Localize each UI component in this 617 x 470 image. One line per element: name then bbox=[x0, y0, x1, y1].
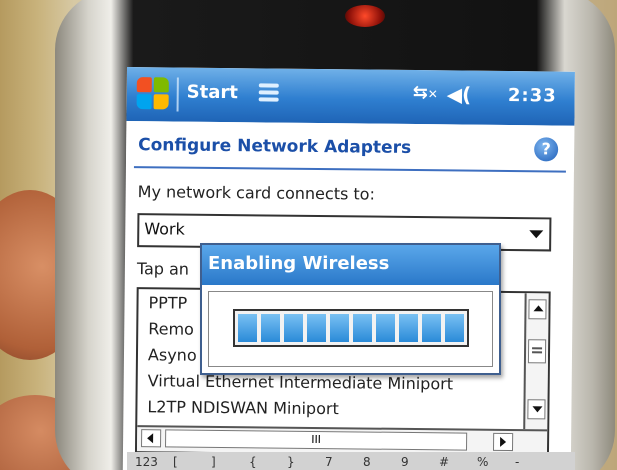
progress-segment bbox=[330, 314, 349, 342]
notification-icon[interactable] bbox=[257, 80, 281, 106]
scroll-right-button[interactable] bbox=[493, 432, 514, 452]
chevron-down-icon[interactable] bbox=[529, 230, 544, 239]
horizontal-scrollbar[interactable]: III bbox=[136, 425, 548, 456]
progress-bar bbox=[233, 309, 469, 347]
list-item[interactable]: L2TP NDISWAN Miniport bbox=[147, 397, 339, 418]
windows-logo-icon[interactable] bbox=[135, 75, 171, 111]
keyboard-key[interactable]: # bbox=[439, 455, 449, 469]
list-item[interactable]: Asyno bbox=[148, 345, 197, 365]
progress-segment bbox=[399, 314, 418, 342]
tap-instruction-label: Tap an bbox=[136, 259, 190, 279]
keyboard-key[interactable]: % bbox=[477, 455, 488, 469]
clock[interactable]: 2:33 bbox=[508, 85, 557, 107]
progress-segment bbox=[445, 314, 464, 342]
keyboard-key[interactable]: - bbox=[515, 455, 519, 469]
progress-segment bbox=[261, 314, 280, 342]
titlebar-separator bbox=[176, 77, 179, 112]
enabling-wireless-dialog: Enabling Wireless bbox=[200, 243, 501, 375]
arrow-down-icon bbox=[532, 406, 543, 413]
connects-label: My network card connects to: bbox=[137, 182, 376, 204]
keyboard-key[interactable]: 9 bbox=[401, 455, 409, 469]
arrow-right-icon bbox=[500, 436, 507, 447]
list-item[interactable]: PPTP bbox=[148, 293, 187, 312]
progress-segment bbox=[422, 314, 441, 342]
speaker-icon[interactable]: ◀︎( bbox=[447, 82, 472, 106]
keyboard-key[interactable]: 123 bbox=[135, 455, 158, 469]
dropdown-value: Work bbox=[144, 219, 185, 239]
dialog-title-bar: Enabling Wireless bbox=[202, 245, 499, 285]
page-header: Configure Network Adapters ? bbox=[125, 120, 575, 172]
list-item[interactable]: Remo bbox=[148, 319, 194, 338]
scroll-left-button[interactable] bbox=[141, 429, 162, 448]
scroll-thumb[interactable] bbox=[527, 339, 547, 364]
help-icon[interactable]: ? bbox=[534, 137, 559, 162]
vertical-scrollbar[interactable] bbox=[523, 293, 549, 430]
arrow-left-icon bbox=[147, 433, 154, 444]
arrow-up-icon bbox=[533, 305, 544, 312]
page-title: Configure Network Adapters bbox=[138, 135, 412, 158]
keyboard-key[interactable]: 8 bbox=[363, 455, 371, 469]
keyboard-key[interactable]: [ bbox=[173, 455, 178, 469]
photo-background: Start ⇆✕ ◀︎( 2:33 Configure Network Adap… bbox=[0, 0, 617, 470]
progress-segment bbox=[238, 314, 257, 342]
progress-segment bbox=[376, 314, 395, 342]
input-panel: 123 [] {} 7 8 9 #% - bbox=[127, 452, 575, 470]
red-led-icon bbox=[345, 5, 385, 27]
keyboard-key[interactable]: ] bbox=[211, 455, 216, 469]
status-bar: Start ⇆✕ ◀︎( 2:33 bbox=[126, 67, 575, 126]
keyboard-key[interactable]: 7 bbox=[325, 455, 333, 469]
dialog-body bbox=[208, 291, 493, 367]
scroll-down-button[interactable] bbox=[527, 399, 546, 420]
hscroll-thumb[interactable]: III bbox=[165, 429, 468, 451]
progress-segment bbox=[307, 314, 326, 342]
progress-segment bbox=[353, 314, 372, 342]
dialog-title: Enabling Wireless bbox=[208, 253, 390, 274]
scroll-up-button[interactable] bbox=[528, 299, 547, 320]
keyboard-key[interactable]: { bbox=[249, 455, 257, 469]
network-disconnected-icon[interactable]: ⇆✕ bbox=[413, 82, 438, 103]
progress-segment bbox=[284, 314, 303, 342]
keyboard-key[interactable]: } bbox=[287, 455, 295, 469]
start-menu-button[interactable]: Start bbox=[187, 82, 238, 104]
